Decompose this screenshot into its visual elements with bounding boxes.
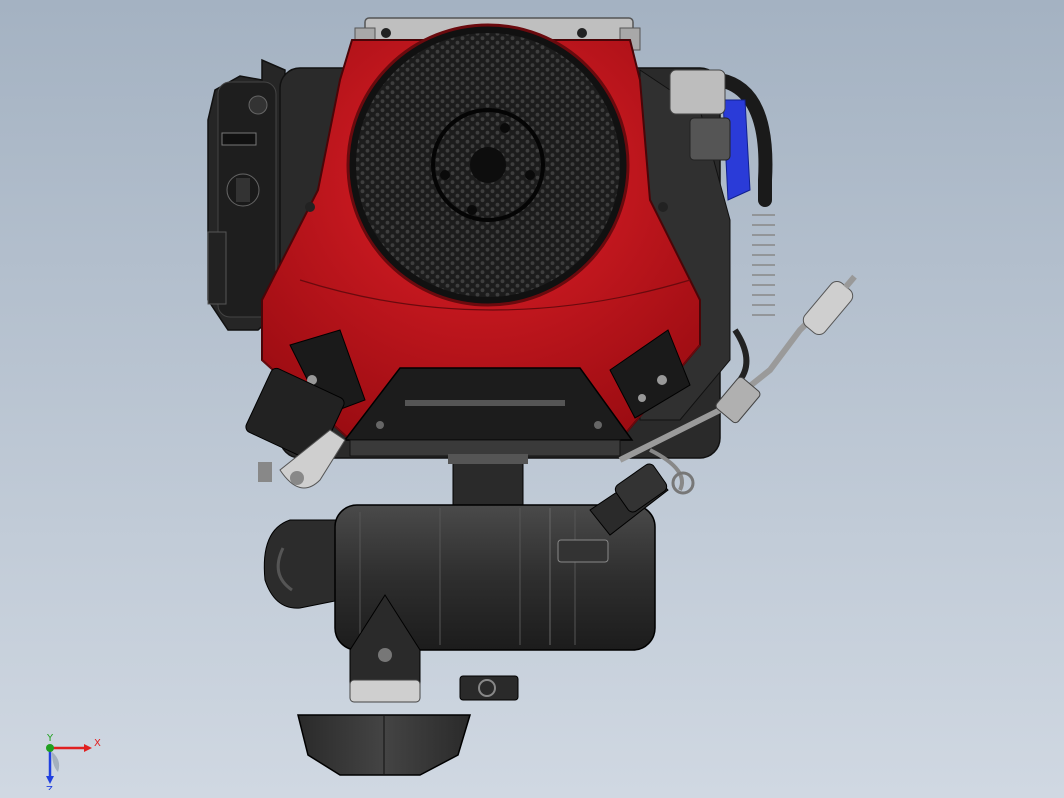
engine-3d-model[interactable]	[0, 0, 1064, 798]
coordinate-triad: X Y Z	[46, 733, 101, 790]
graphics-viewport[interactable]: X Y Z	[0, 0, 1064, 798]
x-axis-label: X	[94, 738, 101, 749]
view-plane-indicator	[52, 752, 60, 772]
z-axis-arrow	[46, 776, 54, 784]
debris-bowl	[297, 714, 472, 776]
intake-neck	[448, 454, 528, 511]
x-axis-arrow	[84, 744, 92, 752]
y-axis-label: Y	[46, 733, 54, 744]
rotating-screen-grille	[346, 23, 630, 307]
z-axis-label: Z	[46, 785, 53, 790]
y-axis-dot	[46, 744, 54, 752]
